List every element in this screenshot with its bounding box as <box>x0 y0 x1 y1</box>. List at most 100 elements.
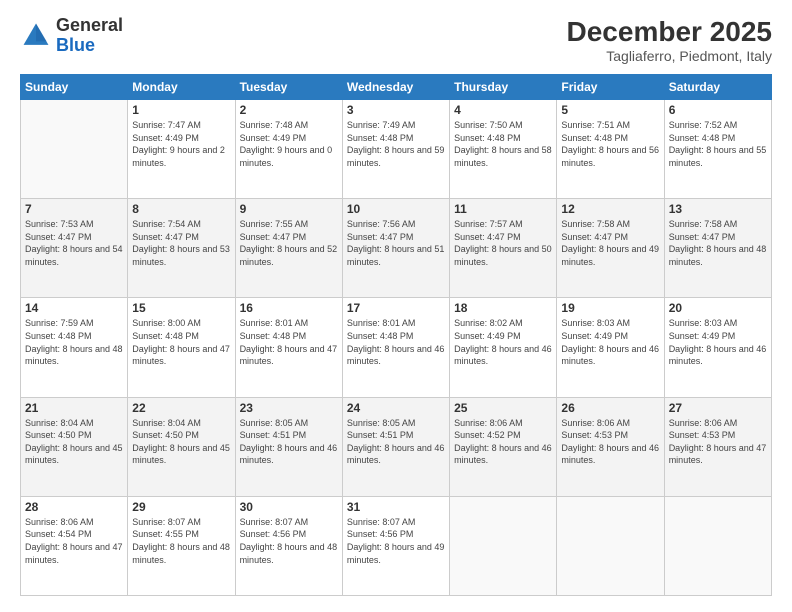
day-info: Sunrise: 8:06 AMSunset: 4:54 PMDaylight:… <box>25 516 123 566</box>
calendar-cell: 11Sunrise: 7:57 AMSunset: 4:47 PMDayligh… <box>450 199 557 298</box>
logo-text: General Blue <box>56 16 123 56</box>
day-number: 30 <box>240 500 338 514</box>
calendar-cell: 8 Sunrise: 7:54 AMSunset: 4:47 PMDaylight… <box>128 199 235 298</box>
day-info: Sunrise: 8:07 AMSunset: 4:56 PMDaylight:… <box>347 516 445 566</box>
calendar-cell: 31 Sunrise: 8:07 AMSunset: 4:56 PMDayligh… <box>342 496 449 595</box>
day-info: Sunrise: 7:55 AMSunset: 4:47 PMDaylight:… <box>240 218 338 268</box>
day-number: 26 <box>561 401 659 415</box>
calendar-cell <box>21 100 128 199</box>
day-number: 10 <box>347 202 445 216</box>
day-number: 25 <box>454 401 552 415</box>
logo-blue: Blue <box>56 36 123 56</box>
day-info: Sunrise: 7:51 AMSunset: 4:48 PMDaylight:… <box>561 119 659 169</box>
day-number: 6 <box>669 103 767 117</box>
calendar-cell: 27 Sunrise: 8:06 AMSunset: 4:53 PMDayligh… <box>664 397 771 496</box>
day-info: Sunrise: 7:49 AMSunset: 4:48 PMDaylight:… <box>347 119 445 169</box>
calendar-cell: 22Sunrise: 8:04 AMSunset: 4:50 PMDayligh… <box>128 397 235 496</box>
day-info: Sunrise: 8:01 AMSunset: 4:48 PMDaylight:… <box>347 317 445 367</box>
logo-icon <box>20 20 52 52</box>
day-number: 13 <box>669 202 767 216</box>
calendar-cell: 4Sunrise: 7:50 AMSunset: 4:48 PMDaylight… <box>450 100 557 199</box>
calendar-cell: 19 Sunrise: 8:03 AMSunset: 4:49 PMDayligh… <box>557 298 664 397</box>
calendar-cell: 7Sunrise: 7:53 AMSunset: 4:47 PMDaylight… <box>21 199 128 298</box>
day-info: Sunrise: 7:52 AMSunset: 4:48 PMDaylight:… <box>669 119 767 169</box>
logo: General Blue <box>20 16 123 56</box>
day-info: Sunrise: 8:07 AMSunset: 4:55 PMDaylight:… <box>132 516 230 566</box>
day-info: Sunrise: 7:56 AMSunset: 4:47 PMDaylight:… <box>347 218 445 268</box>
day-number: 20 <box>669 301 767 315</box>
calendar-cell <box>557 496 664 595</box>
month-title: December 2025 <box>567 16 772 48</box>
weekday-header: Tuesday <box>235 75 342 100</box>
day-number: 3 <box>347 103 445 117</box>
calendar-cell: 28 Sunrise: 8:06 AMSunset: 4:54 PMDayligh… <box>21 496 128 595</box>
weekday-header: Friday <box>557 75 664 100</box>
day-info: Sunrise: 8:00 AMSunset: 4:48 PMDaylight:… <box>132 317 230 367</box>
day-number: 8 <box>132 202 230 216</box>
calendar-cell: 23 Sunrise: 8:05 AMSunset: 4:51 PMDayligh… <box>235 397 342 496</box>
day-number: 4 <box>454 103 552 117</box>
day-info: Sunrise: 8:06 AMSunset: 4:53 PMDaylight:… <box>561 417 659 467</box>
calendar-cell: 1 Sunrise: 7:47 AMSunset: 4:49 PMDaylight… <box>128 100 235 199</box>
calendar-cell: 16 Sunrise: 8:01 AMSunset: 4:48 PMDayligh… <box>235 298 342 397</box>
day-number: 12 <box>561 202 659 216</box>
day-number: 31 <box>347 500 445 514</box>
weekday-header: Sunday <box>21 75 128 100</box>
day-info: Sunrise: 7:54 AMSunset: 4:47 PMDaylight:… <box>132 218 230 268</box>
day-number: 28 <box>25 500 123 514</box>
header: General Blue December 2025 Tagliaferro, … <box>20 16 772 64</box>
calendar-cell: 20 Sunrise: 8:03 AMSunset: 4:49 PMDayligh… <box>664 298 771 397</box>
weekday-header: Wednesday <box>342 75 449 100</box>
title-area: December 2025 Tagliaferro, Piedmont, Ita… <box>567 16 772 64</box>
day-info: Sunrise: 7:48 AMSunset: 4:49 PMDaylight:… <box>240 119 338 169</box>
calendar-cell: 12 Sunrise: 7:58 AMSunset: 4:47 PMDayligh… <box>557 199 664 298</box>
calendar-cell: 18 Sunrise: 8:02 AMSunset: 4:49 PMDayligh… <box>450 298 557 397</box>
calendar-cell: 9 Sunrise: 7:55 AMSunset: 4:47 PMDaylight… <box>235 199 342 298</box>
day-info: Sunrise: 7:58 AMSunset: 4:47 PMDaylight:… <box>669 218 767 268</box>
day-number: 2 <box>240 103 338 117</box>
calendar-cell: 29Sunrise: 8:07 AMSunset: 4:55 PMDayligh… <box>128 496 235 595</box>
calendar-cell: 5 Sunrise: 7:51 AMSunset: 4:48 PMDaylight… <box>557 100 664 199</box>
day-number: 17 <box>347 301 445 315</box>
day-info: Sunrise: 8:03 AMSunset: 4:49 PMDaylight:… <box>561 317 659 367</box>
day-info: Sunrise: 8:06 AMSunset: 4:53 PMDaylight:… <box>669 417 767 467</box>
day-number: 18 <box>454 301 552 315</box>
day-info: Sunrise: 8:03 AMSunset: 4:49 PMDaylight:… <box>669 317 767 367</box>
day-info: Sunrise: 7:47 AMSunset: 4:49 PMDaylight:… <box>132 119 230 169</box>
day-info: Sunrise: 8:05 AMSunset: 4:51 PMDaylight:… <box>240 417 338 467</box>
day-info: Sunrise: 8:02 AMSunset: 4:49 PMDaylight:… <box>454 317 552 367</box>
day-number: 14 <box>25 301 123 315</box>
day-info: Sunrise: 7:59 AMSunset: 4:48 PMDaylight:… <box>25 317 123 367</box>
calendar-cell: 10 Sunrise: 7:56 AMSunset: 4:47 PMDayligh… <box>342 199 449 298</box>
calendar-cell: 14 Sunrise: 7:59 AMSunset: 4:48 PMDayligh… <box>21 298 128 397</box>
day-number: 16 <box>240 301 338 315</box>
calendar: SundayMondayTuesdayWednesdayThursdayFrid… <box>20 74 772 596</box>
day-info: Sunrise: 8:06 AMSunset: 4:52 PMDaylight:… <box>454 417 552 467</box>
day-number: 24 <box>347 401 445 415</box>
logo-general: General <box>56 16 123 36</box>
calendar-cell: 24 Sunrise: 8:05 AMSunset: 4:51 PMDayligh… <box>342 397 449 496</box>
calendar-cell: 26 Sunrise: 8:06 AMSunset: 4:53 PMDayligh… <box>557 397 664 496</box>
day-info: Sunrise: 8:07 AMSunset: 4:56 PMDaylight:… <box>240 516 338 566</box>
day-number: 23 <box>240 401 338 415</box>
calendar-cell: 21Sunrise: 8:04 AMSunset: 4:50 PMDayligh… <box>21 397 128 496</box>
day-number: 22 <box>132 401 230 415</box>
day-info: Sunrise: 7:58 AMSunset: 4:47 PMDaylight:… <box>561 218 659 268</box>
weekday-header: Monday <box>128 75 235 100</box>
day-number: 9 <box>240 202 338 216</box>
day-number: 27 <box>669 401 767 415</box>
day-info: Sunrise: 8:05 AMSunset: 4:51 PMDaylight:… <box>347 417 445 467</box>
day-number: 1 <box>132 103 230 117</box>
location: Tagliaferro, Piedmont, Italy <box>567 48 772 64</box>
calendar-cell: 17 Sunrise: 8:01 AMSunset: 4:48 PMDayligh… <box>342 298 449 397</box>
weekday-header: Thursday <box>450 75 557 100</box>
day-info: Sunrise: 7:57 AMSunset: 4:47 PMDaylight:… <box>454 218 552 268</box>
calendar-cell: 3 Sunrise: 7:49 AMSunset: 4:48 PMDaylight… <box>342 100 449 199</box>
calendar-cell: 25 Sunrise: 8:06 AMSunset: 4:52 PMDayligh… <box>450 397 557 496</box>
day-info: Sunrise: 8:04 AMSunset: 4:50 PMDaylight:… <box>25 417 123 467</box>
day-number: 19 <box>561 301 659 315</box>
day-number: 5 <box>561 103 659 117</box>
day-info: Sunrise: 8:01 AMSunset: 4:48 PMDaylight:… <box>240 317 338 367</box>
calendar-cell: 30 Sunrise: 8:07 AMSunset: 4:56 PMDayligh… <box>235 496 342 595</box>
day-info: Sunrise: 7:53 AMSunset: 4:47 PMDaylight:… <box>25 218 123 268</box>
